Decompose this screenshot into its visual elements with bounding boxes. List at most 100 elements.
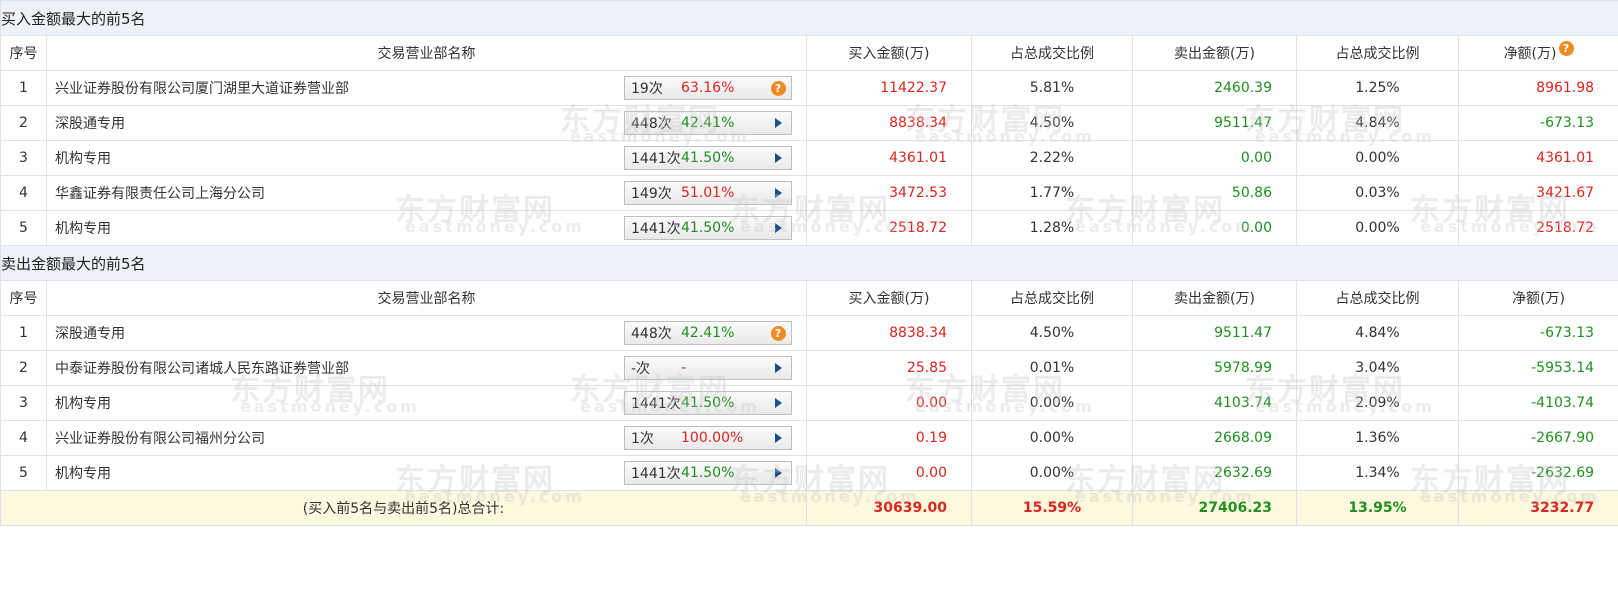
net-amount: 8961.98	[1457, 70, 1618, 106]
buy-amount: 3472.53	[806, 175, 972, 211]
rank-badge[interactable]: 1次 100.00%	[624, 426, 792, 450]
sell_section-header-row: 序号 交易营业部名称 买入金额(万) 占总成交比例 卖出金额(万) 占总成交比例 净额(万)	[0, 280, 1618, 316]
rank-badge[interactable]: 1441次 41.50%	[624, 461, 792, 485]
buy-amount: 4361.01	[806, 140, 972, 176]
rank-count: 1次	[631, 431, 654, 447]
header-no-label: 序号	[9, 291, 38, 307]
sell-amount: 5978.99	[1132, 350, 1297, 386]
branch-name-link[interactable]: 深股通专用	[55, 323, 125, 343]
lhb-table-body: 买入金额最大的前5名 序号 交易营业部名称 买入金额(万) 占总成交比例 卖出金额(万) 占…	[0, 0, 1618, 526]
buy-ratio: 4.50%	[971, 105, 1133, 141]
branch-cell: 中泰证券股份有限公司诸城人民东路证券营业部 -次 -	[46, 350, 807, 386]
branch-name-link[interactable]: 机构专用	[55, 463, 111, 483]
table-row: 5 机构专用 1441次 41.50% 0.00 0.00% 2632.69 1.34% -26…	[0, 455, 1618, 491]
lhb-panel: 买入金额最大的前5名 序号 交易营业部名称 买入金额(万) 占总成交比例 卖出金额(万) 占…	[0, 0, 1618, 592]
header-buy_pct-label: 占总成交比例	[1010, 291, 1094, 307]
table-row: 5 机构专用 1441次 41.50% 2518.72 1.28% 0.00 0.00% 251…	[0, 210, 1618, 246]
header-net-label: 净额(万)	[1512, 291, 1565, 307]
lhb-table: 买入金额最大的前5名 序号 交易营业部名称 买入金额(万) 占总成交比例 卖出金额(万) 占…	[0, 0, 1618, 526]
arrow-right-icon[interactable]	[765, 118, 791, 128]
arrow-right-icon[interactable]	[765, 188, 791, 198]
rank-rate: 41.50%	[681, 150, 735, 166]
header-sell-label: 卖出金额(万)	[1174, 291, 1255, 307]
net-amount: -2632.69	[1457, 455, 1618, 491]
sell-amount: 0.00	[1132, 210, 1297, 246]
header-no: 序号	[0, 35, 47, 71]
question-icon[interactable]: ?	[765, 80, 791, 96]
buy-amount: 8838.34	[806, 315, 972, 351]
rank-badge[interactable]: 1441次 41.50%	[624, 216, 792, 240]
header-name-label: 交易营业部名称	[377, 46, 476, 62]
buy_section-header-row: 序号 交易营业部名称 买入金额(万) 占总成交比例 卖出金额(万) 占总成交比例 净额(万)…	[0, 35, 1618, 71]
net-amount: 2518.72	[1457, 210, 1618, 246]
help-icon[interactable]: ?	[1558, 41, 1574, 56]
branch-name-link[interactable]: 兴业证券股份有限公司厦门湖里大道证券营业部	[55, 78, 349, 98]
sell-ratio: 0.00%	[1296, 140, 1459, 176]
buy-amount: 25.85	[806, 350, 972, 386]
header-sell-label: 卖出金额(万)	[1174, 46, 1255, 62]
net-amount: -4103.74	[1457, 385, 1618, 421]
rank-rate: 41.50%	[681, 465, 735, 481]
sell-ratio: 0.03%	[1296, 175, 1459, 211]
sell-ratio: 2.09%	[1296, 385, 1459, 421]
buy-amount: 11422.37	[806, 70, 972, 106]
arrow-right-icon[interactable]	[765, 433, 791, 443]
rank-count: -次	[631, 361, 651, 377]
question-icon[interactable]: ?	[765, 325, 791, 341]
header-sell: 卖出金额(万)	[1132, 280, 1297, 316]
rank-badge[interactable]: 149次 51.01%	[624, 181, 792, 205]
branch-name-link[interactable]: 机构专用	[55, 393, 111, 413]
rank-badge[interactable]: 1441次 41.50%	[624, 146, 792, 170]
rank-rate: 100.00%	[681, 430, 744, 446]
branch-name-link[interactable]: 深股通专用	[55, 113, 125, 133]
net-amount: -673.13	[1457, 315, 1618, 351]
rank-badge[interactable]: 19次 63.16%?	[624, 76, 792, 100]
row-number: 3	[0, 140, 47, 176]
row-number: 4	[0, 175, 47, 211]
branch-name-link[interactable]: 中泰证券股份有限公司诸城人民东路证券营业部	[55, 358, 349, 378]
header-sell_pct-label: 占总成交比例	[1335, 46, 1420, 62]
sell-amount: 9511.47	[1132, 315, 1297, 351]
branch-name-link[interactable]: 机构专用	[55, 148, 111, 168]
buy-amount: 0.00	[806, 385, 972, 421]
buy-amount: 0.00	[806, 455, 972, 491]
arrow-glyph	[774, 223, 782, 233]
sell-amount: 2460.39	[1132, 70, 1297, 106]
arrow-glyph	[774, 118, 782, 128]
branch-cell: 深股通专用 448次 42.41%	[46, 105, 807, 141]
net-amount: -5953.14	[1457, 350, 1618, 386]
branch-wrap: 兴业证券股份有限公司福州分公司 1次 100.00%	[55, 426, 806, 450]
rank-rate: -	[681, 360, 687, 376]
rank-count: 1441次	[631, 151, 681, 167]
arrow-right-icon[interactable]	[765, 468, 791, 478]
table-row: 2 深股通专用 448次 42.41% 8838.34 4.50% 9511.47 4.84%…	[0, 105, 1618, 141]
rank-badge[interactable]: 1441次 41.50%	[624, 391, 792, 415]
branch-wrap: 深股通专用 448次 42.41%	[55, 111, 806, 135]
header-name: 交易营业部名称	[46, 35, 807, 71]
arrow-glyph	[774, 363, 782, 373]
header-buy_pct: 占总成交比例	[971, 280, 1133, 316]
arrow-right-icon[interactable]	[765, 223, 791, 233]
buy-ratio: 0.00%	[971, 385, 1133, 421]
branch-name-link[interactable]: 兴业证券股份有限公司福州分公司	[55, 428, 265, 448]
arrow-right-icon[interactable]	[765, 153, 791, 163]
row-number: 2	[0, 105, 47, 141]
branch-wrap: 机构专用 1441次 41.50%	[55, 461, 806, 485]
rank-count: 19次	[631, 81, 663, 97]
branch-name-link[interactable]: 华鑫证券有限责任公司上海分公司	[55, 183, 265, 203]
branch-wrap: 深股通专用 448次 42.41%?	[55, 321, 806, 345]
branch-name-link[interactable]: 机构专用	[55, 218, 111, 238]
rank-badge[interactable]: 448次 42.41%?	[624, 321, 792, 345]
row-number: 4	[0, 420, 47, 456]
sell-amount: 2632.69	[1132, 455, 1297, 491]
arrow-right-icon[interactable]	[765, 398, 791, 408]
buy-ratio: 0.01%	[971, 350, 1133, 386]
total-buy: 30639.00	[806, 490, 972, 526]
rank-badge[interactable]: -次 -	[624, 356, 792, 380]
arrow-glyph	[774, 188, 782, 198]
sell-amount: 50.86	[1132, 175, 1297, 211]
rank-badge[interactable]: 448次 42.41%	[624, 111, 792, 135]
arrow-right-icon[interactable]	[765, 363, 791, 373]
header-sell_pct-label: 占总成交比例	[1335, 291, 1420, 307]
sell-ratio: 3.04%	[1296, 350, 1459, 386]
